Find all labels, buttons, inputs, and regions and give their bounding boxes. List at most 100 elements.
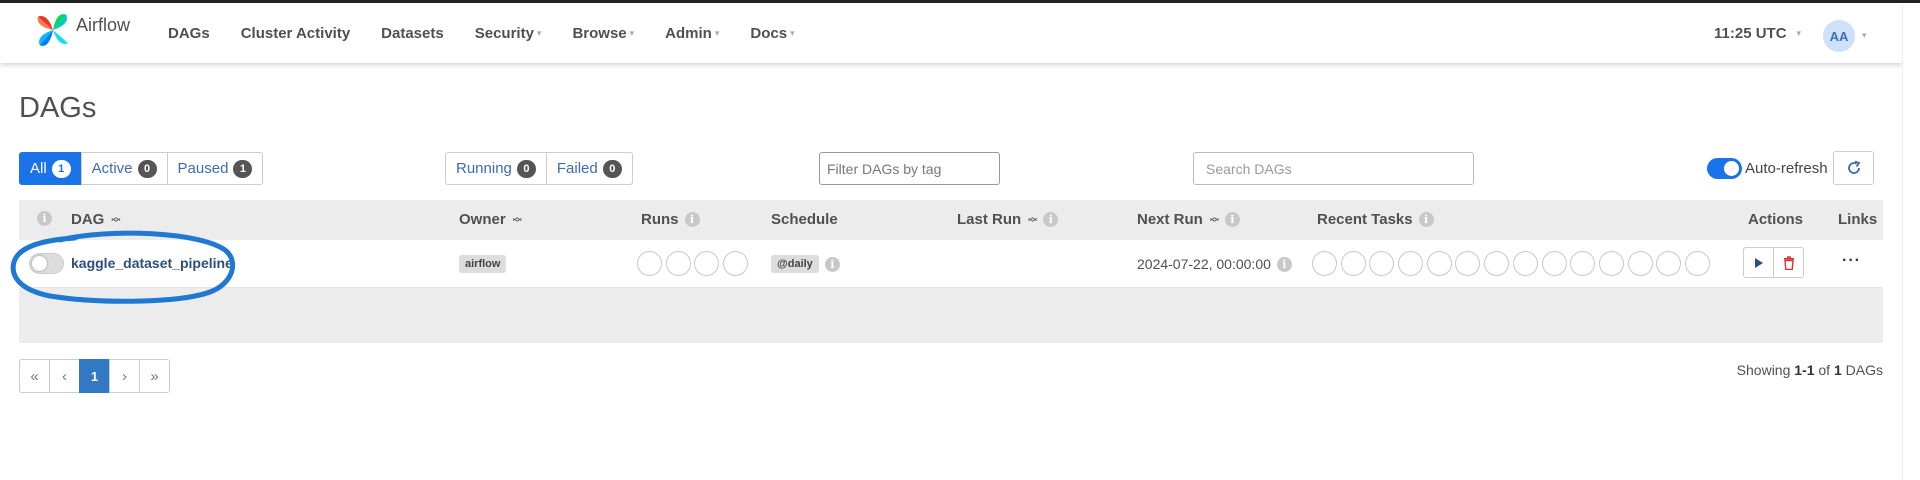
run-status-circle[interactable] <box>665 251 691 276</box>
pagination: « ‹ 1 › » <box>19 359 170 393</box>
links-cell: ··· <box>1842 252 1861 270</box>
page-current-button[interactable]: 1 <box>79 359 110 393</box>
filter-running-button[interactable]: Running 0 <box>445 152 547 185</box>
info-icon[interactable]: i <box>684 212 700 227</box>
info-icon[interactable]: i <box>1418 212 1434 227</box>
chevron-down-icon: ▾ <box>536 28 542 38</box>
tag-filter-input[interactable]: Filter DAGs by tag <box>819 152 1000 185</box>
trash-icon <box>1783 255 1794 270</box>
showing-of: of <box>1818 362 1831 378</box>
brand[interactable]: Airflow <box>34 11 130 49</box>
more-options-icon[interactable]: ··· <box>1842 252 1861 270</box>
task-status-circle[interactable] <box>1484 251 1510 276</box>
task-status-circle[interactable] <box>1340 251 1366 276</box>
refresh-icon <box>1847 160 1860 174</box>
auto-refresh-toggle[interactable] <box>1707 158 1742 179</box>
nav-docs[interactable]: Docs ▾ <box>750 25 794 42</box>
user-initials: AA <box>1829 28 1849 44</box>
table-empty-area <box>19 288 1883 343</box>
filter-all-label: All <box>30 160 47 177</box>
trigger-dag-button[interactable] <box>1743 247 1774 278</box>
run-state-filter: Running 0 Failed 0 <box>445 152 633 185</box>
info-icon[interactable]: i <box>1276 256 1292 272</box>
run-status-circle[interactable] <box>723 251 749 276</box>
task-status-circle[interactable] <box>1684 251 1710 276</box>
task-status-circle[interactable] <box>1512 251 1538 276</box>
nav-cluster-activity-label: Cluster Activity <box>240 25 351 42</box>
page-next-button[interactable]: › <box>109 359 140 393</box>
col-dag[interactable]: DAG ︿ ﹀ <box>71 211 120 228</box>
filter-all-button[interactable]: All 1 <box>19 152 82 185</box>
info-icon[interactable]: i <box>824 256 840 272</box>
task-status-circle[interactable] <box>1455 251 1481 276</box>
page-prev-button[interactable]: ‹ <box>49 359 80 393</box>
owner-tag[interactable]: airflow <box>459 255 507 273</box>
showing-range: 1-1 <box>1794 362 1815 378</box>
filter-failed-button[interactable]: Failed 0 <box>545 152 633 185</box>
select-all-info[interactable]: i <box>31 211 52 226</box>
info-icon[interactable]: i <box>1043 212 1059 227</box>
task-status-circle[interactable] <box>1627 251 1653 276</box>
task-status-circle[interactable] <box>1570 251 1596 276</box>
task-status-circle[interactable] <box>1312 251 1337 276</box>
dag-id-cell: kaggle_dataset_pipeline <box>71 255 233 271</box>
sort-icon: ︿ ﹀ <box>1028 211 1038 228</box>
delete-dag-button[interactable] <box>1773 247 1804 278</box>
run-status-circle[interactable] <box>694 251 720 276</box>
nav-cluster-activity[interactable]: Cluster Activity <box>241 25 350 42</box>
page-first-label: « <box>30 367 39 385</box>
timezone-clock[interactable]: 11:25 UTC ▾ <box>1714 25 1801 42</box>
search-input[interactable]: Search DAGs <box>1193 152 1474 185</box>
task-status-circle[interactable] <box>1598 251 1624 276</box>
runs-cell <box>637 251 752 276</box>
task-status-circle[interactable] <box>1541 251 1567 276</box>
chevron-down-icon: ▾ <box>629 28 635 38</box>
nav-datasets[interactable]: Datasets <box>381 25 444 42</box>
results-summary: Showing 1-1 of 1 DAGs <box>1737 362 1883 378</box>
task-status-circle[interactable] <box>1369 251 1395 276</box>
col-owner[interactable]: Owner ︿ ﹀ <box>459 211 522 228</box>
dag-id-link[interactable]: kaggle_dataset_pipeline <box>71 255 233 271</box>
dag-pause-toggle[interactable] <box>29 253 64 274</box>
next-run-value: 2024-07-22, 00:00:00 <box>1137 256 1271 272</box>
task-status-circle[interactable] <box>1656 251 1682 276</box>
run-status-circle[interactable] <box>637 251 662 276</box>
dags-table: i DAG ︿ ﹀ Owner ︿ ﹀ Runs i Schedule Last R… <box>19 200 1883 343</box>
nav-security[interactable]: Security ▾ <box>475 25 542 42</box>
chevron-down-icon: ▾ <box>714 28 720 38</box>
task-status-circle[interactable] <box>1398 251 1424 276</box>
col-dag-label: DAG <box>71 211 105 228</box>
col-last-run[interactable]: Last Run ︿ ﹀ i <box>957 211 1059 228</box>
col-recent-tasks-label: Recent Tasks <box>1317 211 1413 228</box>
chevron-down-icon[interactable]: ▾ <box>1862 30 1867 41</box>
page-title: DAGs <box>19 92 97 124</box>
col-next-run[interactable]: Next Run ︿ ﹀ i <box>1137 211 1240 228</box>
schedule-cell: @daily i <box>771 255 840 273</box>
table-header: i DAG ︿ ﹀ Owner ︿ ﹀ Runs i Schedule Last R… <box>19 200 1883 240</box>
col-next-run-label: Next Run <box>1137 211 1203 228</box>
owner-cell: airflow <box>459 255 507 273</box>
filter-active-button[interactable]: Active 0 <box>80 152 168 185</box>
search-placeholder: Search DAGs <box>1206 160 1292 177</box>
nav-dags[interactable]: DAGs <box>168 25 210 42</box>
nav-admin[interactable]: Admin ▾ <box>665 25 719 42</box>
info-icon[interactable]: i <box>1224 212 1240 227</box>
page-next-label: › <box>122 367 127 385</box>
scrollbar[interactable] <box>1902 3 1920 480</box>
sort-icon: ︿ ﹀ <box>512 211 522 228</box>
pause-toggle[interactable] <box>29 253 64 274</box>
task-status-circle[interactable] <box>1426 251 1452 276</box>
filter-paused-button[interactable]: Paused 1 <box>166 152 264 185</box>
page-first-button[interactable]: « <box>19 359 50 393</box>
filter-running-label: Running <box>456 160 512 177</box>
showing-suffix: DAGs <box>1845 362 1883 378</box>
schedule-tag[interactable]: @daily <box>771 255 819 273</box>
nav-browse[interactable]: Browse ▾ <box>572 25 634 42</box>
nav-admin-label: Admin <box>665 25 712 42</box>
user-avatar[interactable]: AA <box>1823 20 1855 52</box>
refresh-button[interactable] <box>1833 151 1874 185</box>
brand-name: Airflow <box>76 14 131 35</box>
col-actions-label: Actions <box>1748 211 1804 228</box>
page-last-button[interactable]: » <box>139 359 170 393</box>
count-badge: 0 <box>516 159 536 178</box>
